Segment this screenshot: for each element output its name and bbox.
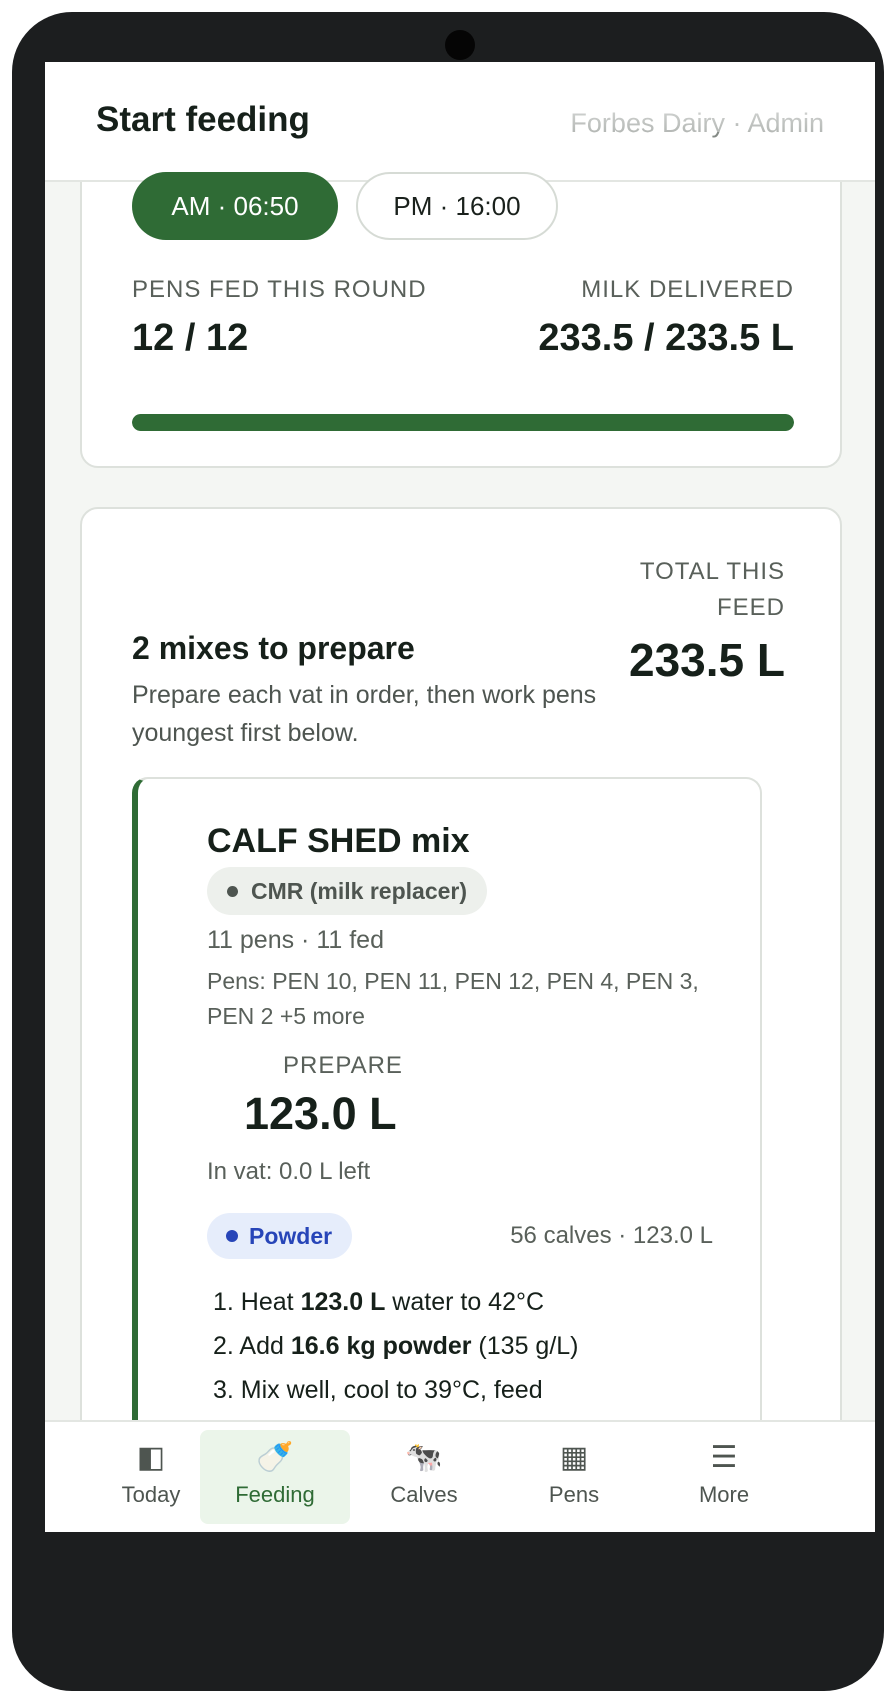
- nav-label: Pens: [548, 1482, 600, 1507]
- page-title: Start feeding: [96, 100, 310, 139]
- step-number: 3.: [213, 1376, 241, 1404]
- powder-badge: Powder: [207, 1213, 353, 1259]
- app-header: Start feeding Forbes Dairy · Admin: [45, 62, 875, 182]
- prepare-value: 123.0 L: [244, 1088, 397, 1139]
- round-chip-am[interactable]: AM · 06:50: [132, 172, 338, 240]
- powder-dot-icon: [226, 1230, 238, 1242]
- nav-label: Feeding: [235, 1482, 315, 1507]
- app-screen: Start feeding Forbes Dairy · Admin AM · …: [45, 62, 875, 1663]
- mix-step: 2. Add 16.6 kg powder (135 g/L): [213, 1324, 579, 1368]
- powder-label: Powder: [249, 1222, 333, 1249]
- menu-icon: ☰: [710, 1441, 738, 1474]
- milk-delivered-value: 233.5 / 233.5 L: [538, 317, 794, 359]
- step-number: 2.: [213, 1332, 240, 1360]
- grid-icon: ▦: [559, 1441, 589, 1474]
- mixes-description: Prepare each vat in order, then work pen…: [132, 681, 597, 747]
- total-feed-value: 233.5 L: [629, 634, 785, 686]
- nav-label: More: [698, 1482, 750, 1507]
- mix-title: CALF SHED mix: [207, 822, 470, 860]
- step-text: (135 g/L): [471, 1332, 579, 1360]
- bottom-nav: ◧ Today 🍼 Feeding 🐄 Calves ▦ Pens ☰ More: [45, 1420, 875, 1532]
- mix-step: 1. Heat 123.0 L water to 42°C: [213, 1280, 579, 1324]
- mix-step: 3. Mix well, cool to 39°C, feed: [213, 1368, 579, 1412]
- step-text: water to 42°C: [385, 1288, 545, 1316]
- milk-type-badge: CMR (milk replacer): [207, 867, 488, 915]
- calves-volume-info: 56 calves · 123.0 L: [510, 1222, 713, 1249]
- camera-icon: [445, 30, 475, 60]
- step-text: Add: [239, 1332, 291, 1360]
- baby-bottle-icon: 🍼: [256, 1441, 294, 1474]
- cow-icon: 🐄: [405, 1441, 443, 1474]
- milk-type-label: CMR (milk replacer): [251, 877, 468, 904]
- in-vat-remaining: In vat: 0.0 L left: [207, 1158, 371, 1185]
- nav-label: Calves: [390, 1482, 458, 1507]
- nav-item-pens[interactable]: ▦ Pens: [499, 1430, 649, 1524]
- mixes-title: 2 mixes to prepare: [132, 630, 415, 666]
- step-text: Heat: [240, 1288, 301, 1316]
- round-progress-bar: [132, 414, 794, 431]
- mix-pens-summary: 11 pens · 11 fed: [207, 926, 384, 954]
- prepare-label: PREPARE: [283, 1052, 403, 1079]
- round-progress-fill: [132, 414, 794, 431]
- device-bottom-bezel: [45, 1532, 875, 1663]
- milk-delivered-label: MILK DELIVERED: [581, 276, 794, 303]
- step-quantity: 16.6 kg powder: [290, 1332, 472, 1360]
- phone-frame: Start feeding Forbes Dairy · Admin AM · …: [12, 12, 884, 1691]
- pens-fed-value: 12 / 12: [132, 317, 249, 359]
- mix-steps-list: 1. Heat 123.0 L water to 42°C 2. Add 16.6…: [213, 1280, 579, 1412]
- mix-pens-list: Pens: PEN 10, PEN 11, PEN 12, PEN 4, PEN…: [207, 968, 699, 1029]
- step-text: Mix well, cool to 39°C, feed: [240, 1376, 543, 1404]
- nav-item-feeding[interactable]: 🍼 Feeding: [200, 1430, 350, 1524]
- status-dot-icon: [227, 886, 238, 897]
- nav-item-more[interactable]: ☰ More: [649, 1430, 799, 1524]
- nav-item-calves[interactable]: 🐄 Calves: [349, 1430, 499, 1524]
- step-number: 1.: [213, 1288, 241, 1316]
- total-feed-label: TOTAL THIS FEED: [639, 558, 785, 621]
- round-chip-pm[interactable]: PM · 16:00: [356, 172, 558, 240]
- pens-fed-label: PENS FED THIS ROUND: [132, 276, 427, 303]
- step-quantity: 123.0 L: [300, 1288, 386, 1316]
